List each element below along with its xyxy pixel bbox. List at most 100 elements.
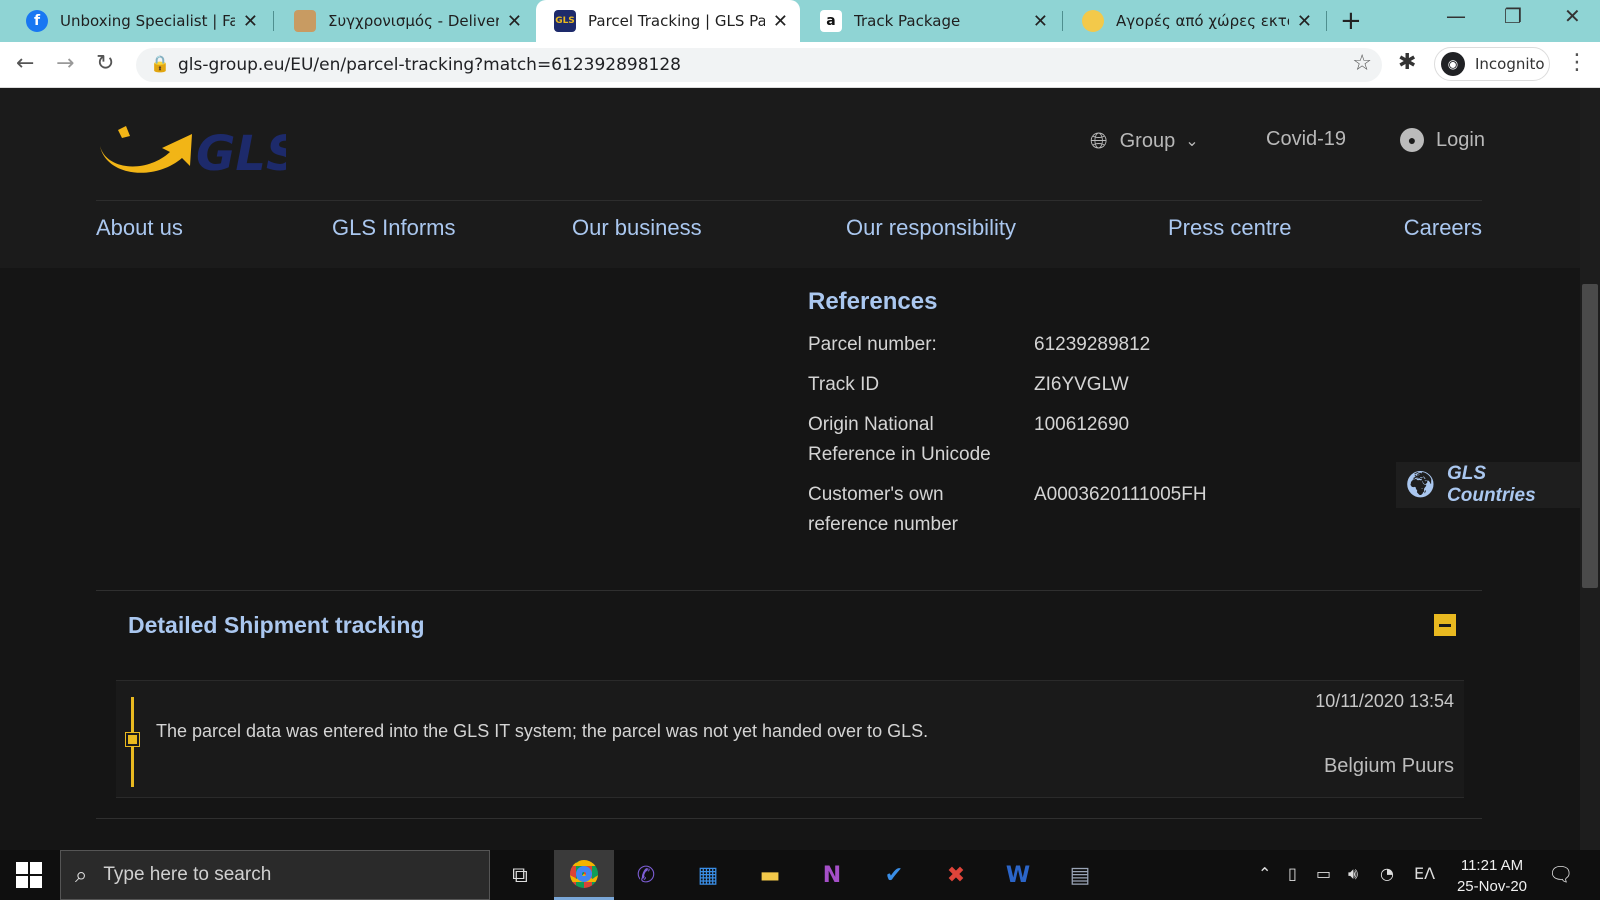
reload-icon[interactable]: ↻ — [96, 51, 114, 76]
volume-icon[interactable]: 🔊︎ — [1348, 864, 1358, 884]
gls-icon: GLS — [554, 10, 576, 32]
viber-app-icon[interactable]: ✆ — [616, 850, 676, 900]
incognito-label: Incognito — [1475, 55, 1545, 73]
ref-label-track-id: Track ID — [808, 374, 880, 395]
incognito-icon: ◉ — [1441, 52, 1465, 76]
ref-label-customer-reference: Customer's own reference number — [808, 484, 958, 535]
site-header: GLS 🌐︎ Group ⌄ Covid-19 ● Login About us… — [0, 88, 1580, 268]
clock-time: 11:21 AM — [1460, 857, 1524, 874]
svg-text:GLS: GLS — [196, 126, 286, 176]
nav-press-centre[interactable]: Press centre — [1168, 215, 1292, 241]
covid-link[interactable]: Covid-19 — [1266, 128, 1346, 151]
back-arrow-icon[interactable]: ← — [16, 51, 34, 76]
login-link[interactable]: ● Login — [1400, 128, 1485, 152]
timeline-marker-icon — [125, 732, 140, 747]
ref-value-origin-reference: 100612690 — [1034, 414, 1130, 435]
tab-track-package[interactable]: a Track Package ✕ — [802, 0, 1060, 42]
restore-icon[interactable]: ❐ — [1504, 4, 1522, 28]
tab-separator — [1326, 11, 1327, 31]
onenote-app-icon[interactable]: N — [802, 850, 862, 900]
close-icon[interactable]: ✕ — [773, 11, 788, 32]
gls-countries-button[interactable]: 🌍︎ GLS Countries — [1396, 462, 1580, 508]
tab-facebook[interactable]: f Unboxing Specialist | Faceb ✕ — [8, 0, 270, 42]
url-text[interactable]: gls-group.eu/EU/en/parcel-tracking?match… — [178, 55, 681, 75]
package-icon — [294, 10, 316, 32]
task-view-icon[interactable]: ⧉ — [490, 850, 550, 900]
notifications-icon[interactable]: 🗨︎ — [1548, 862, 1573, 886]
ref-value-parcel-number: 61239289812 — [1034, 334, 1151, 355]
scrollbar-thumb[interactable] — [1582, 284, 1598, 588]
window-close-icon[interactable]: ✕ — [1564, 4, 1581, 28]
calendar-app-icon[interactable]: ▦ — [678, 850, 738, 900]
facebook-icon: f — [26, 10, 48, 32]
wifi-icon[interactable]: ◔ — [1380, 864, 1394, 883]
url-omnibox[interactable]: 🔒 gls-group.eu/EU/en/parcel-tracking?mat… — [136, 48, 1382, 82]
minimize-icon[interactable]: — — [1446, 4, 1466, 28]
group-label: Group — [1119, 129, 1176, 152]
globe-icon: 🌐︎ — [1090, 128, 1108, 153]
incognito-profile-button[interactable]: ◉ Incognito — [1434, 47, 1550, 81]
battery-icon[interactable]: ▭ — [1316, 864, 1331, 883]
nav-our-responsibility[interactable]: Our responsibility — [846, 215, 1016, 241]
close-icon[interactable]: ✕ — [243, 11, 258, 32]
address-bar: ← → ↻ 🔒 gls-group.eu/EU/en/parcel-tracki… — [0, 42, 1600, 88]
word-app-icon[interactable]: W — [988, 850, 1048, 900]
close-icon[interactable]: ✕ — [507, 11, 522, 32]
chrome-app-icon[interactable] — [554, 850, 614, 900]
show-hidden-icons-chevron-up-icon[interactable]: ⌃ — [1258, 864, 1271, 883]
close-icon[interactable]: ✕ — [1033, 11, 1048, 32]
page-scrollbar[interactable] — [1580, 88, 1600, 850]
gls-logo-mark: GLS — [100, 126, 301, 182]
gls-website: GLS 🌐︎ Group ⌄ Covid-19 ● Login About us… — [0, 88, 1580, 850]
forward-arrow-icon[interactable]: → — [56, 51, 74, 76]
ref-value-track-id: ZI6YVGLW — [1034, 374, 1129, 395]
event-datetime: 10/11/2020 13:54 — [1315, 691, 1454, 711]
xmind-app-icon[interactable]: ✖ — [926, 850, 986, 900]
taskbar-search-box[interactable]: ⌕ Type here to search — [60, 850, 490, 900]
clock-date: 25-Nov-20 — [1456, 878, 1528, 895]
world-globe-icon: 🌍︎ — [1404, 470, 1438, 500]
covid-label: Covid-19 — [1266, 128, 1347, 150]
file-explorer-icon[interactable]: ▬ — [740, 850, 800, 900]
group-dropdown[interactable]: 🌐︎ Group ⌄ — [1090, 128, 1199, 154]
browser-menu-icon[interactable]: ⋮ — [1566, 50, 1588, 75]
shopping-icon — [1082, 10, 1104, 32]
taskbar-clock[interactable]: 11:21 AM 25-Nov-20 — [1448, 855, 1536, 897]
collapse-tracking-button[interactable] — [1434, 614, 1456, 636]
nav-our-business[interactable]: Our business — [572, 215, 702, 241]
gls-countries-label: GLS Countries — [1447, 463, 1536, 506]
nav-careers[interactable]: Careers — [1404, 215, 1482, 241]
nav-gls-informs[interactable]: GLS Informs — [332, 215, 455, 241]
tab-shopping[interactable]: Αγορές από χώρες εκτός Ε ✕ — [1064, 0, 1324, 42]
search-icon: ⌕ — [75, 862, 88, 888]
bookmark-star-icon[interactable]: ☆ — [1352, 51, 1372, 76]
nav-about-us[interactable]: About us — [96, 215, 183, 241]
section-divider — [96, 590, 1482, 591]
ref-label-parcel-number: Parcel number: — [808, 334, 937, 355]
amazon-icon: a — [820, 10, 842, 32]
browser-tab-bar: f Unboxing Specialist | Faceb ✕ Συγχρονι… — [0, 0, 1600, 42]
lock-icon[interactable]: 🔒 — [150, 54, 170, 73]
calculator-app-icon[interactable]: ▤ — [1050, 850, 1110, 900]
tab-title: Parcel Tracking | GLS Parcel — [588, 12, 765, 30]
gls-logo[interactable]: GLS — [96, 120, 301, 182]
section-divider — [96, 818, 1482, 819]
search-placeholder: Type here to search — [103, 864, 272, 885]
extensions-puzzle-icon[interactable]: ✱ — [1398, 50, 1416, 75]
windows-start-icon[interactable] — [16, 862, 42, 888]
tab-gls-parcel-tracking[interactable]: GLS Parcel Tracking | GLS Parcel ✕ — [536, 0, 800, 42]
todo-app-icon[interactable]: ✔ — [864, 850, 924, 900]
close-icon[interactable]: ✕ — [1297, 11, 1312, 32]
tab-deliveries[interactable]: Συγχρονισμός - Deliveries F ✕ — [276, 0, 534, 42]
references-heading: References — [808, 288, 938, 315]
device-icon[interactable]: ▯ — [1288, 864, 1297, 883]
login-label: Login — [1436, 128, 1485, 151]
tracking-event-row: The parcel data was entered into the GLS… — [116, 680, 1464, 798]
tab-separator — [273, 11, 274, 31]
detailed-tracking-heading[interactable]: Detailed Shipment tracking — [128, 612, 425, 639]
tab-separator — [1062, 11, 1063, 31]
new-tab-button[interactable]: + — [1340, 6, 1362, 36]
tab-title: Track Package — [854, 12, 961, 30]
tab-title: Unboxing Specialist | Faceb — [60, 12, 235, 30]
language-indicator[interactable]: ΕΛ — [1414, 864, 1435, 883]
